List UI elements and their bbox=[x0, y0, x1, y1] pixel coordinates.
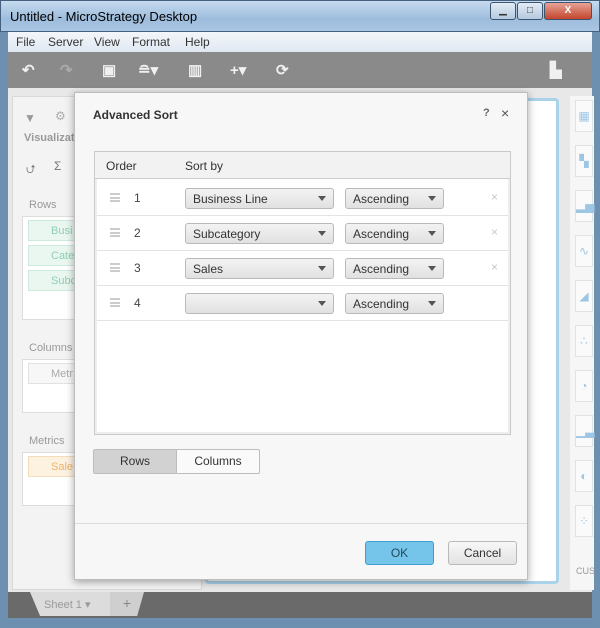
order-number: 3 bbox=[134, 261, 141, 275]
pie-chart-icon[interactable]: ◔ bbox=[575, 370, 593, 402]
sort-direction-value: Ascending bbox=[353, 227, 410, 241]
close-window-button[interactable]: X bbox=[544, 2, 592, 20]
help-button[interactable]: ? bbox=[483, 107, 490, 119]
menu-file[interactable]: File bbox=[16, 35, 35, 49]
menu-format[interactable]: Format bbox=[132, 35, 170, 49]
chevron-down-icon bbox=[428, 266, 436, 271]
remove-row-icon[interactable]: × bbox=[491, 225, 498, 239]
custom-label: CUS bbox=[576, 566, 596, 576]
rows-label: Rows bbox=[29, 199, 57, 211]
order-header: Order bbox=[106, 159, 137, 173]
save-icon[interactable]: ▣ bbox=[102, 61, 116, 79]
refresh-icon[interactable]: ⟳ bbox=[276, 61, 289, 79]
sheet-tab-label: Sheet 1 bbox=[44, 599, 82, 611]
maximize-button[interactable]: □ bbox=[517, 2, 543, 20]
sort-field-dropdown[interactable]: Subcategory bbox=[185, 223, 334, 244]
sort-field-dropdown[interactable]: Sales bbox=[185, 258, 334, 279]
sheet-tab[interactable]: Sheet 1 ▾ bbox=[30, 592, 114, 616]
sort-direction-value: Ascending bbox=[353, 192, 410, 206]
sort-table-header: Order Sort by bbox=[95, 152, 510, 179]
rows-columns-toggle: Rows Columns bbox=[93, 449, 260, 474]
menu-view[interactable]: View bbox=[94, 35, 120, 49]
chevron-down-icon bbox=[428, 231, 436, 236]
bubble-chart-icon[interactable]: ∴ bbox=[575, 325, 593, 357]
chevron-down-icon bbox=[318, 231, 326, 236]
drag-handle-icon[interactable] bbox=[110, 193, 120, 202]
swap-icon[interactable]: ⮍ bbox=[26, 160, 36, 181]
combo-chart-icon[interactable]: ▁▃ bbox=[575, 415, 594, 447]
sort-table: Order Sort by 1 Business Line Ascending … bbox=[94, 151, 511, 435]
sort-direction-dropdown[interactable]: Ascending bbox=[345, 293, 444, 314]
chevron-down-icon bbox=[318, 266, 326, 271]
grid-viz-icon[interactable]: ▦ bbox=[575, 100, 593, 132]
remove-row-icon[interactable]: × bbox=[491, 260, 498, 274]
drag-handle-icon[interactable] bbox=[110, 228, 120, 237]
order-number: 2 bbox=[134, 226, 141, 240]
metrics-label: Metrics bbox=[29, 435, 65, 447]
chevron-down-icon bbox=[428, 196, 436, 201]
advanced-sort-dialog: Advanced Sort ? × Order Sort by 1 Busine… bbox=[74, 92, 528, 580]
toggle-columns[interactable]: Columns bbox=[177, 450, 259, 473]
remove-row-icon[interactable]: × bbox=[491, 190, 498, 204]
bar-chart-icon[interactable]: ▂▅ bbox=[575, 190, 594, 222]
sort-row: 4 Ascending bbox=[97, 286, 508, 321]
dialog-title: Advanced Sort bbox=[93, 108, 178, 122]
line-chart-icon[interactable]: ∿ bbox=[575, 235, 593, 267]
sort-direction-value: Ascending bbox=[353, 262, 410, 276]
sort-by-header: Sort by bbox=[185, 159, 224, 173]
area-chart-icon[interactable]: ◢ bbox=[575, 280, 593, 312]
undo-icon[interactable]: ↶ bbox=[22, 61, 35, 79]
sort-direction-dropdown[interactable]: Ascending bbox=[345, 188, 444, 209]
sort-row: 1 Business Line Ascending × bbox=[97, 181, 508, 216]
network-viz-icon[interactable]: ⁘ bbox=[575, 505, 593, 537]
new-page-icon[interactable]: ▙ bbox=[550, 61, 562, 79]
order-number: 1 bbox=[134, 191, 141, 205]
divider bbox=[75, 523, 527, 524]
sort-field-value: Business Line bbox=[193, 192, 268, 206]
chevron-down-icon bbox=[318, 301, 326, 306]
ok-button[interactable]: OK bbox=[365, 541, 434, 565]
drag-handle-icon[interactable] bbox=[110, 263, 120, 272]
sigma-icon[interactable]: Σ bbox=[54, 159, 61, 173]
redo-icon[interactable]: ↷ bbox=[60, 61, 73, 79]
insert-icon[interactable]: +▾ bbox=[230, 61, 246, 79]
sort-direction-dropdown[interactable]: Ascending bbox=[345, 223, 444, 244]
sort-field-dropdown[interactable] bbox=[185, 293, 334, 314]
menu-help[interactable]: Help bbox=[185, 35, 210, 49]
gear-icon[interactable]: ⚙ bbox=[55, 109, 66, 123]
panel-header: Visualizat bbox=[24, 132, 75, 144]
drag-handle-icon[interactable] bbox=[110, 298, 120, 307]
sort-row: 2 Subcategory Ascending × bbox=[97, 216, 508, 251]
sort-direction-dropdown[interactable]: Ascending bbox=[345, 258, 444, 279]
close-dialog-button[interactable]: × bbox=[501, 105, 509, 121]
sort-field-value: Subcategory bbox=[193, 227, 261, 241]
window-title: Untitled - MicroStrategy Desktop bbox=[10, 9, 198, 24]
toggle-rows[interactable]: Rows bbox=[94, 450, 177, 473]
toolbar: ↶ ↷ ▣ ≘▾ ▥ +▾ ⟳ ▙ bbox=[8, 52, 592, 88]
columns-label: Columns bbox=[29, 342, 73, 354]
chevron-down-icon bbox=[318, 196, 326, 201]
sort-direction-value: Ascending bbox=[353, 297, 410, 311]
cancel-button[interactable]: Cancel bbox=[448, 541, 517, 565]
menu-server[interactable]: Server bbox=[48, 35, 83, 49]
add-visualization-icon[interactable]: ▥ bbox=[188, 61, 202, 79]
map-viz-icon[interactable]: ◐ bbox=[575, 460, 593, 492]
sort-field-dropdown[interactable]: Business Line bbox=[185, 188, 334, 209]
menu-bar: File Server View Format Help bbox=[8, 32, 592, 52]
order-number: 4 bbox=[134, 296, 141, 310]
minimize-button[interactable]: ▁ bbox=[490, 2, 516, 20]
sort-row: 3 Sales Ascending × bbox=[97, 251, 508, 286]
heatmap-viz-icon[interactable]: ▚ bbox=[575, 145, 593, 177]
filter-icon[interactable]: ▼ bbox=[24, 111, 36, 125]
sort-field-value: Sales bbox=[193, 262, 224, 276]
add-data-icon[interactable]: ≘▾ bbox=[138, 61, 158, 79]
chevron-down-icon bbox=[428, 301, 436, 306]
